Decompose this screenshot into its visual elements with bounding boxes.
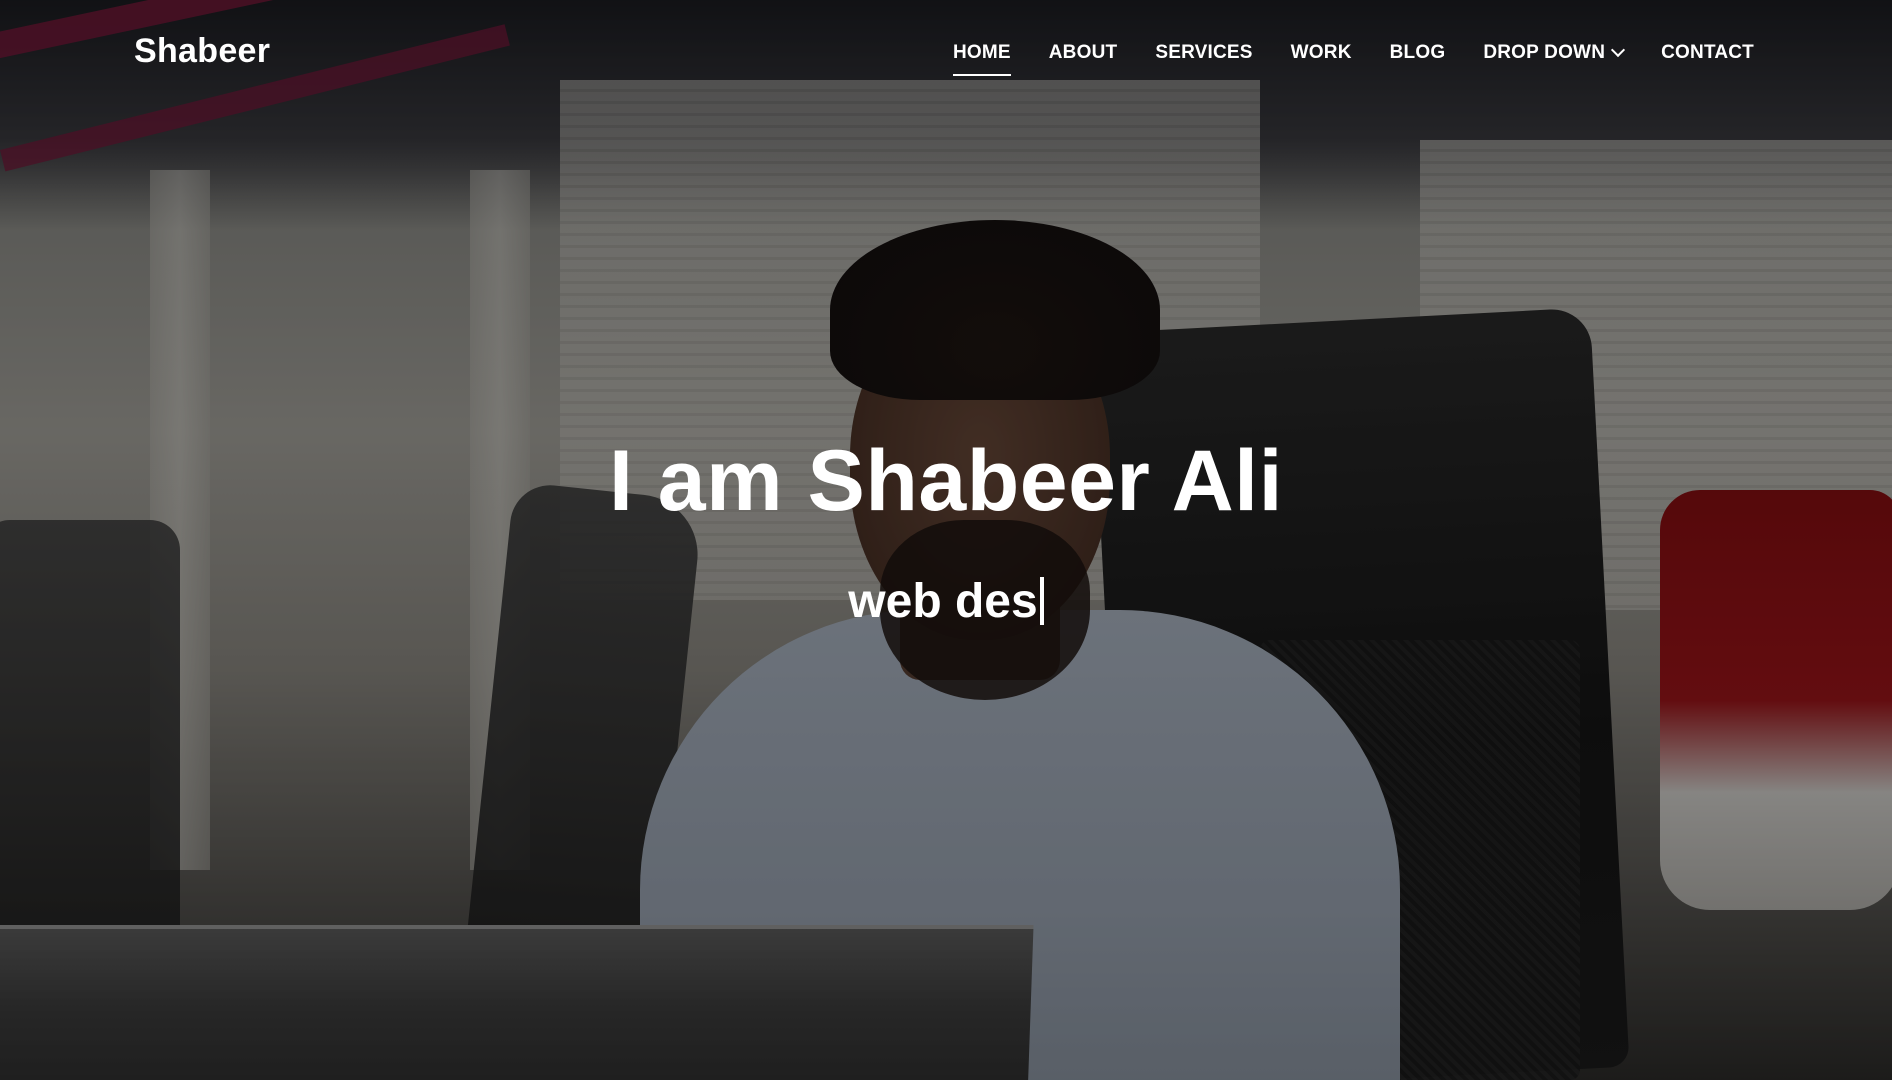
hero-section: Shabeer HOME ABOUT SERVICES WORK BLOG DR… xyxy=(0,0,1892,1080)
hero-typed-subtitle: web des xyxy=(0,574,1892,629)
nav-item-work: WORK xyxy=(1291,42,1352,70)
nav-menu: HOME ABOUT SERVICES WORK BLOG DROP DOWN xyxy=(952,42,1754,76)
text-cursor-icon xyxy=(1039,577,1044,625)
nav-item-contact: CONTACT xyxy=(1661,42,1754,70)
site-header: Shabeer HOME ABOUT SERVICES WORK BLOG DR… xyxy=(0,0,1892,108)
brand-logo-link[interactable]: Shabeer xyxy=(134,32,270,71)
nav-link-work[interactable]: WORK xyxy=(1291,42,1352,70)
nav-item-dropdown: DROP DOWN xyxy=(1483,42,1626,70)
nav-link-services[interactable]: SERVICES xyxy=(1155,42,1252,70)
nav-item-services: SERVICES xyxy=(1155,42,1252,70)
nav-dropdown-label: DROP DOWN xyxy=(1483,42,1606,63)
nav-link-blog[interactable]: BLOG xyxy=(1390,42,1446,70)
nav-link-home[interactable]: HOME xyxy=(952,42,1011,76)
nav-item-blog: BLOG xyxy=(1390,42,1446,70)
hero-typed-text: web des xyxy=(848,575,1038,628)
nav-item-about: ABOUT xyxy=(1049,42,1118,70)
nav-link-dropdown[interactable]: DROP DOWN xyxy=(1483,42,1626,70)
nav-link-about[interactable]: ABOUT xyxy=(1049,42,1118,70)
hero-title: I am Shabeer Ali xyxy=(609,433,1283,529)
chevron-down-icon xyxy=(1611,42,1626,58)
nav-link-contact[interactable]: CONTACT xyxy=(1661,42,1754,70)
nav-item-home: HOME xyxy=(952,42,1011,76)
hero-dark-overlay xyxy=(0,0,1892,1080)
